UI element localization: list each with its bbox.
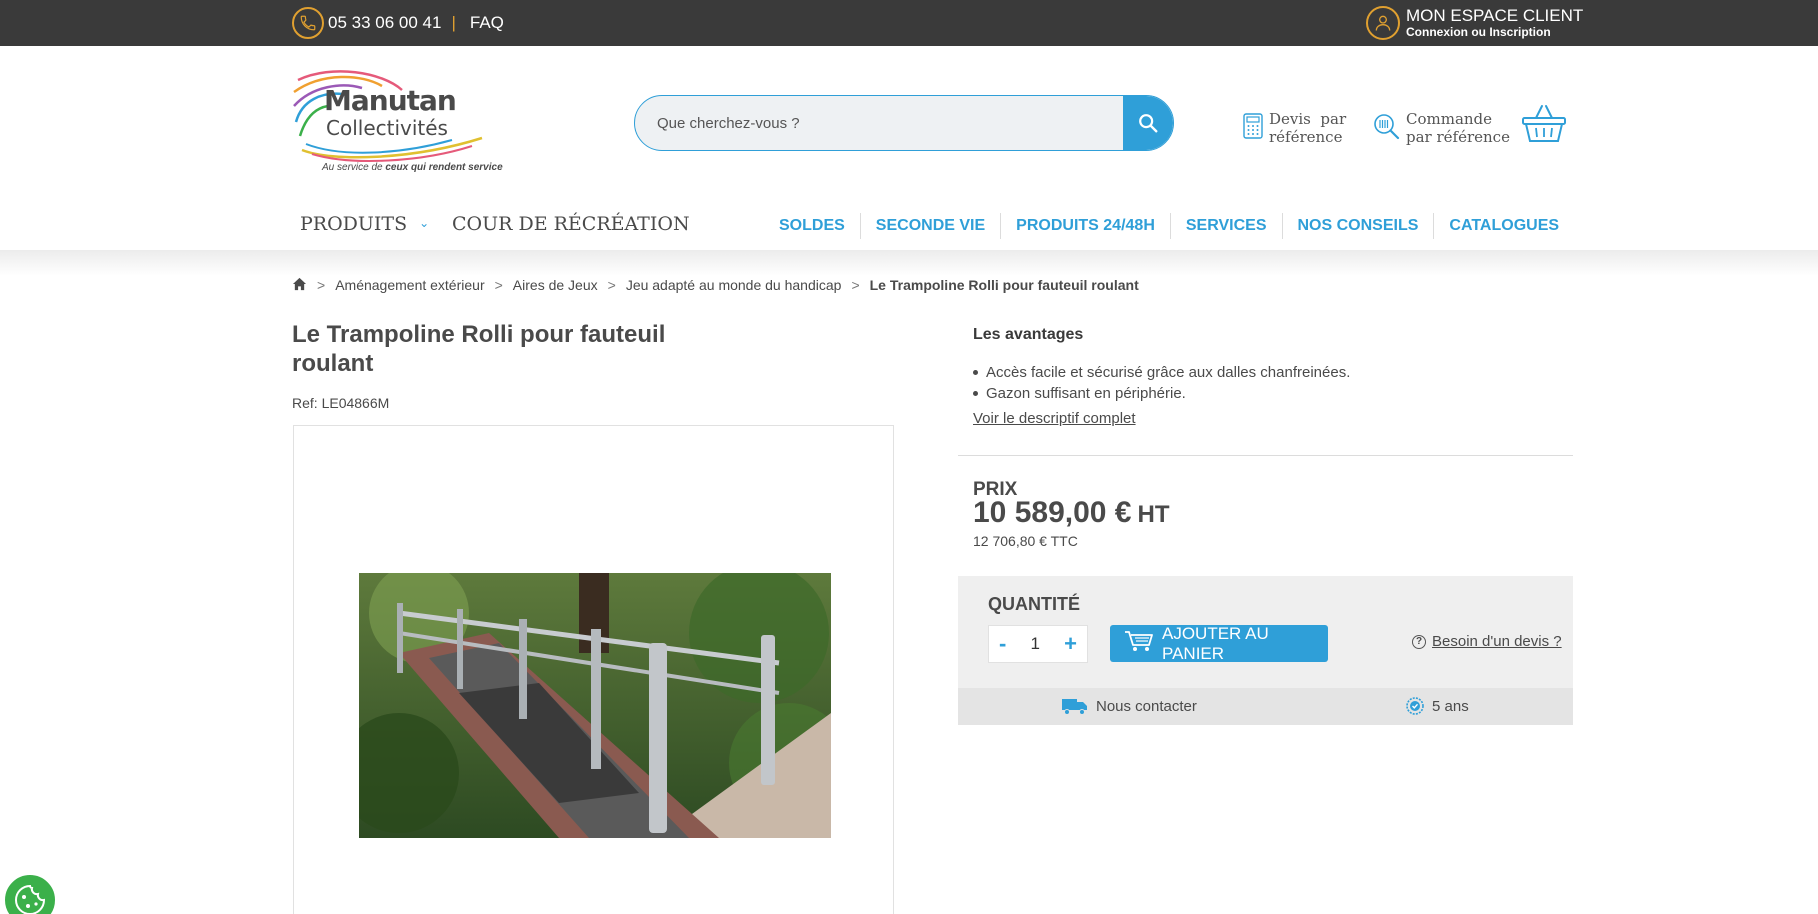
devis-line1: Devis par (1269, 110, 1347, 128)
nav-shadow (0, 250, 1818, 276)
account-link[interactable]: MON ESPACE CLIENT Connexion ou Inscripti… (1366, 4, 1583, 42)
basket-icon (1522, 105, 1566, 142)
devis-link[interactable]: ? Besoin d'un devis ? (1412, 633, 1562, 650)
price-value: 10 589,00 € HT (973, 496, 1169, 530)
nav-secondary: SOLDES SECONDE VIE PRODUITS 24/48H SERVI… (764, 213, 1574, 239)
devis-line2: référence (1269, 128, 1343, 146)
question-icon: ? (1412, 634, 1426, 649)
breadcrumb-separator: > (317, 277, 326, 293)
breadcrumb-item[interactable]: Aires de Jeux (513, 277, 598, 293)
nav-nos-conseils[interactable]: NOS CONSEILS (1283, 213, 1435, 239)
logo-tagline: Au service de ceux qui rendent service (322, 162, 503, 173)
calculator-icon (1243, 113, 1263, 143)
warranty-badge-icon (1406, 697, 1424, 715)
search-button[interactable] (1123, 96, 1173, 150)
user-icon (1366, 6, 1400, 40)
info-bar: Nous contacter 5 ans (958, 688, 1573, 725)
delivery-text: Nous contacter (1096, 697, 1197, 715)
breadcrumb-separator: > (494, 277, 503, 293)
full-description-link[interactable]: Voir le descriptif complet (973, 410, 1136, 427)
commande-par-reference-link[interactable]: Commande par référence (1372, 110, 1510, 146)
product-title-line2: roulant (292, 350, 374, 377)
product-title: Le Trampoline Rolli pour fauteuil roulan… (292, 320, 712, 378)
search-barcode-icon (1372, 112, 1400, 144)
nav-produits[interactable]: PRODUITS ⌄ (300, 213, 429, 235)
breadcrumb-current: Le Trampoline Rolli pour fauteuil roulan… (869, 277, 1139, 293)
add-to-cart-label: AJOUTER AU PANIER (1162, 623, 1269, 663)
warranty-info: 5 ans (1406, 697, 1469, 715)
cookie-settings-button[interactable] (2, 872, 58, 914)
phone-block: 05 33 06 00 41 | FAQ (292, 5, 504, 41)
nav-catalogues[interactable]: CATALOGUES (1434, 213, 1574, 239)
account-subtitle: Connexion ou Inscription (1406, 25, 1551, 39)
commande-line2: par référence (1406, 128, 1510, 146)
add-to-cart-button[interactable]: AJOUTER AU PANIER (1110, 623, 1328, 663)
logo-line1: Manutan (324, 84, 457, 117)
nav-seconde-vie[interactable]: SECONDE VIE (861, 213, 1002, 239)
breadcrumb-separator: > (851, 277, 860, 293)
advantages-title: Les avantages (973, 326, 1084, 343)
delivery-info: Nous contacter (1062, 697, 1197, 715)
devis-par-reference-link[interactable]: Devis par référence (1243, 110, 1346, 146)
devis-label: Besoin d'un devis ? (1432, 633, 1562, 650)
divider (958, 455, 1573, 456)
commande-line1: Commande (1406, 110, 1493, 128)
quantity-label: QUANTITÉ (988, 594, 1080, 614)
product-image-frame (293, 425, 894, 914)
topbar-separator: | (451, 13, 456, 32)
nav-produits-label: PRODUITS (300, 213, 408, 235)
nav-soldes[interactable]: SOLDES (764, 213, 861, 239)
cart-button[interactable] (1520, 104, 1568, 144)
quantity-input[interactable]: 1 (1031, 634, 1040, 654)
logo-tagline-prefix: Au service de (322, 162, 383, 173)
site-logo[interactable]: Manutan Collectivités Au service de ceux… (292, 66, 503, 178)
page: 05 33 06 00 41 | FAQ MON ESPACE CLIENT C… (0, 0, 1818, 914)
chevron-down-icon: ⌄ (419, 216, 430, 230)
product-title-line1: Le Trampoline Rolli pour fauteuil (292, 321, 666, 348)
logo-line2: Collectivités (326, 116, 448, 140)
breadcrumb: > Aménagement extérieur > Aires de Jeux … (292, 276, 1139, 294)
cookie-icon (15, 884, 46, 914)
product-photo[interactable] (339, 563, 849, 838)
phone-number[interactable]: 05 33 06 00 41 (328, 13, 441, 33)
nav-cour-de-recreation[interactable]: COUR DE RÉCRÉATION (452, 213, 690, 235)
search-input[interactable] (635, 96, 1125, 150)
warranty-text: 5 ans (1432, 697, 1469, 715)
breadcrumb-item[interactable]: Jeu adapté au monde du handicap (626, 277, 842, 293)
price-ht: HT (1137, 501, 1170, 528)
phone-icon (292, 7, 324, 39)
quantity-box: QUANTITÉ - 1 + AJOUTER AU PANIER ? Besoi… (958, 576, 1573, 688)
nav-services[interactable]: SERVICES (1171, 213, 1283, 239)
faq-link[interactable]: FAQ (470, 13, 504, 33)
breadcrumb-item[interactable]: Aménagement extérieur (335, 277, 484, 293)
top-bar: 05 33 06 00 41 | FAQ MON ESPACE CLIENT C… (0, 0, 1818, 46)
advantages-list: Accès facile et sécurisé grâce aux dalle… (973, 362, 1350, 404)
home-icon[interactable] (292, 277, 307, 294)
search-bar (634, 95, 1174, 151)
quantity-plus-button[interactable]: + (1064, 631, 1077, 657)
list-item: Gazon suffisant en périphérie. (973, 383, 1350, 404)
truck-icon (1062, 699, 1087, 715)
nav-produits-24-48h[interactable]: PRODUITS 24/48H (1001, 213, 1171, 239)
quantity-stepper: - 1 + (988, 625, 1088, 663)
logo-tagline-bold: ceux qui rendent service (385, 162, 503, 173)
price-ttc: 12 706,80 € TTC (973, 533, 1078, 549)
breadcrumb-separator: > (607, 277, 616, 293)
search-icon (1139, 114, 1158, 133)
account-title: MON ESPACE CLIENT (1406, 6, 1584, 25)
price-amount: 10 589,00 € (973, 496, 1132, 529)
list-item: Accès facile et sécurisé grâce aux dalle… (973, 362, 1350, 383)
cart-icon (1124, 630, 1154, 657)
quantity-minus-button[interactable]: - (999, 631, 1006, 657)
product-ref: Ref: LE04866M (292, 395, 390, 411)
